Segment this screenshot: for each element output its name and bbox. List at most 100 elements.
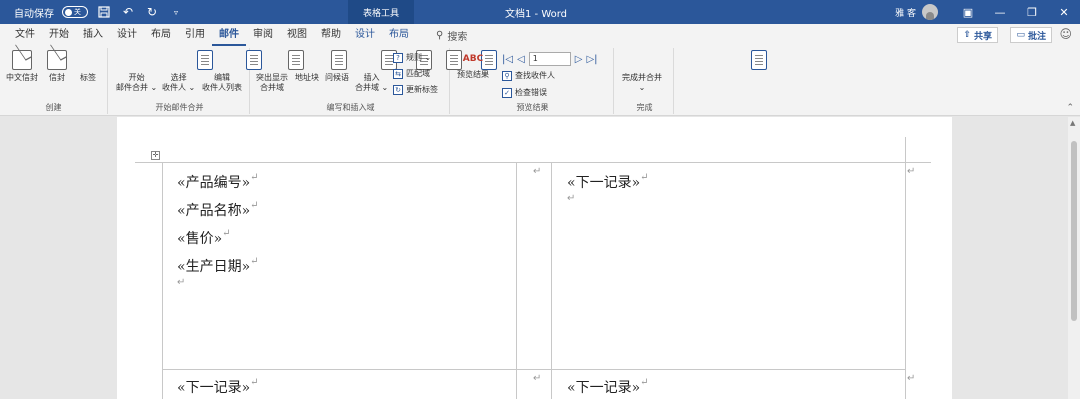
ribbon: 中文信封 信封 标签 创建 开始 邮件合并 ⌄ 选择 收件人 ⌄ 编辑 收件人列…	[0, 46, 1080, 116]
match-fields-icon: ⇆	[393, 68, 403, 79]
close-button[interactable]: ✕	[1048, 0, 1080, 24]
autosave-label: 自动保存	[14, 8, 54, 20]
undo-icon[interactable]: ↶	[120, 4, 136, 20]
document-page[interactable]: ✛ «产品编号» ↵ «产品名称» ↵ «售价» ↵ «生产日期» ↵ ↵ ↵ «下一记…	[117, 117, 952, 399]
tab-review[interactable]: 审阅	[246, 24, 280, 46]
tab-help[interactable]: 帮助	[314, 24, 348, 46]
search-icon: ⚲	[436, 29, 444, 41]
share-button[interactable]: ⇧ 共享	[957, 27, 998, 43]
group-create: 中文信封 信封 标签 创建	[0, 48, 213, 114]
collapse-ribbon-icon[interactable]: ⌃	[1066, 103, 1074, 113]
ribbon-tab-bar: 文件 开始 插入 设计 布局 引用 邮件 审阅 视图 帮助 设计 布局 ⚲ 搜索…	[0, 24, 1080, 46]
group-label: 完成	[636, 103, 653, 112]
match-fields-button[interactable]: ⇆ 匹配域	[393, 68, 430, 79]
finish-merge-button[interactable]: 完成并合并 ⌄	[622, 50, 767, 93]
autosave-toggle[interactable]: 关	[62, 6, 88, 18]
group-label: 编写和插入域	[326, 103, 375, 112]
highlight-merge-fields-button[interactable]: 突出显示 合并域	[256, 50, 397, 93]
field-text: «产品名称»	[177, 203, 251, 219]
table-column-border	[551, 162, 552, 399]
button-label: 选择 收件人 ⌄	[162, 73, 196, 92]
tab-table-layout[interactable]: 布局	[382, 24, 416, 46]
customize-icon[interactable]: ▿	[168, 4, 184, 20]
last-record-icon[interactable]: ▷|	[586, 54, 597, 65]
check-errors-button[interactable]: ✓ 检查错误	[502, 87, 547, 98]
merge-field-price[interactable]: «售价» ↵	[177, 228, 231, 248]
table-gap-border	[516, 162, 517, 399]
tab-layout[interactable]: 布局	[144, 24, 178, 46]
table-move-handle-icon[interactable]: ✛	[151, 151, 160, 160]
quick-access-toolbar: 自动保存 关 ↶ ↻ ▿	[14, 0, 184, 24]
field-text: «售价»	[177, 231, 223, 247]
field-text: «下一记录»	[567, 175, 641, 191]
field-text: «生产日期»	[177, 259, 251, 275]
update-labels-icon: ↻	[393, 84, 403, 95]
cell-end-mark: ↵	[533, 373, 542, 384]
button-label: 完成并合并 ⌄	[622, 73, 662, 92]
tell-me-search[interactable]: ⚲ 搜索	[436, 28, 467, 43]
merge-field-production-date[interactable]: «生产日期» ↵	[177, 256, 259, 276]
tab-insert[interactable]: 插入	[76, 24, 110, 46]
merge-field-next-record[interactable]: «下一记录» ↵	[567, 377, 649, 397]
greeting-line-button[interactable]: 问候语	[325, 50, 462, 83]
tab-view[interactable]: 视图	[280, 24, 314, 46]
previous-record-icon[interactable]: ◁	[517, 54, 525, 65]
merge-field-product-name[interactable]: «产品名称» ↵	[177, 200, 259, 220]
comment-icon: ▭	[1016, 30, 1025, 40]
paragraph-mark: ↵	[567, 193, 576, 204]
record-navigation: |◁ ◁ 1 ▷ ▷|	[502, 52, 598, 66]
select-recipients-button[interactable]: 选择 收件人 ⌄	[162, 50, 304, 93]
tell-me-label: 搜索	[447, 31, 468, 43]
field-text: «下一记录»	[567, 380, 641, 396]
labels-button[interactable]: 标签	[80, 50, 213, 83]
merge-field-product-id[interactable]: «产品编号» ↵	[177, 172, 259, 192]
tab-file[interactable]: 文件	[8, 24, 42, 46]
avatar[interactable]	[922, 4, 938, 20]
restore-button[interactable]: ❐	[1016, 0, 1048, 24]
merge-field-next-record[interactable]: «下一记录» ↵	[177, 377, 259, 397]
button-label: 突出显示 合并域	[256, 73, 288, 92]
chinese-envelope-button[interactable]: 中文信封	[6, 50, 38, 83]
envelopes-button[interactable]: 信封	[47, 50, 67, 83]
group-label: 预览结果	[516, 103, 549, 112]
preview-results-button[interactable]: ABC 预览结果	[457, 50, 489, 80]
tab-mailings[interactable]: 邮件	[212, 24, 246, 46]
tab-table-design[interactable]: 设计	[348, 24, 382, 46]
comments-button[interactable]: ▭ 批注	[1010, 27, 1052, 43]
start-mail-merge-button[interactable]: 开始 邮件合并 ⌄	[116, 50, 262, 93]
first-record-icon[interactable]: |◁	[502, 54, 513, 65]
table-right-border	[905, 137, 906, 399]
scroll-up-icon[interactable]: ▲	[1070, 119, 1075, 127]
tab-design[interactable]: 设计	[110, 24, 144, 46]
user-name[interactable]: 雅 客	[895, 6, 916, 19]
tab-home[interactable]: 开始	[42, 24, 76, 46]
save-icon[interactable]	[96, 4, 112, 20]
scroll-thumb[interactable]	[1071, 141, 1077, 321]
insert-merge-field-button[interactable]: 插入 合并域 ⌄	[355, 50, 497, 93]
paragraph-mark: ↵	[250, 377, 259, 388]
paragraph-mark: ↵	[250, 172, 259, 183]
edit-recipient-list-button[interactable]: 编辑 收件人列表	[202, 50, 347, 93]
table-tools-context-tab[interactable]: 表格工具	[348, 0, 414, 24]
button-label: 更新标签	[406, 85, 438, 94]
redo-icon[interactable]: ↻	[144, 4, 160, 20]
table-row-border	[163, 369, 905, 370]
button-label: 问候语	[325, 73, 349, 82]
record-number-input[interactable]: 1	[528, 52, 571, 66]
toggle-knob	[65, 8, 72, 16]
feedback-smiley-icon[interactable]: ☺	[1059, 27, 1072, 41]
address-block-button[interactable]: 地址块	[295, 50, 432, 83]
group-finish: 完成并合并 ⌄ 完成	[616, 48, 767, 114]
paragraph-mark: ↵	[177, 277, 186, 288]
minimize-button[interactable]: —	[984, 0, 1016, 24]
button-label: 开始 邮件合并 ⌄	[116, 73, 158, 92]
vertical-scrollbar[interactable]: ▲	[1068, 117, 1080, 399]
tab-references[interactable]: 引用	[178, 24, 212, 46]
update-labels-button[interactable]: ↻ 更新标签	[393, 84, 438, 95]
rules-button[interactable]: ? 规则 ⌄	[393, 52, 431, 63]
next-record-icon[interactable]: ▷	[575, 54, 583, 65]
ribbon-display-icon[interactable]: ▣	[952, 0, 984, 24]
merge-field-next-record[interactable]: «下一记录» ↵	[567, 172, 649, 192]
find-recipient-button[interactable]: ⚲ 查找收件人	[502, 70, 555, 81]
paragraph-mark: ↵	[250, 200, 259, 211]
